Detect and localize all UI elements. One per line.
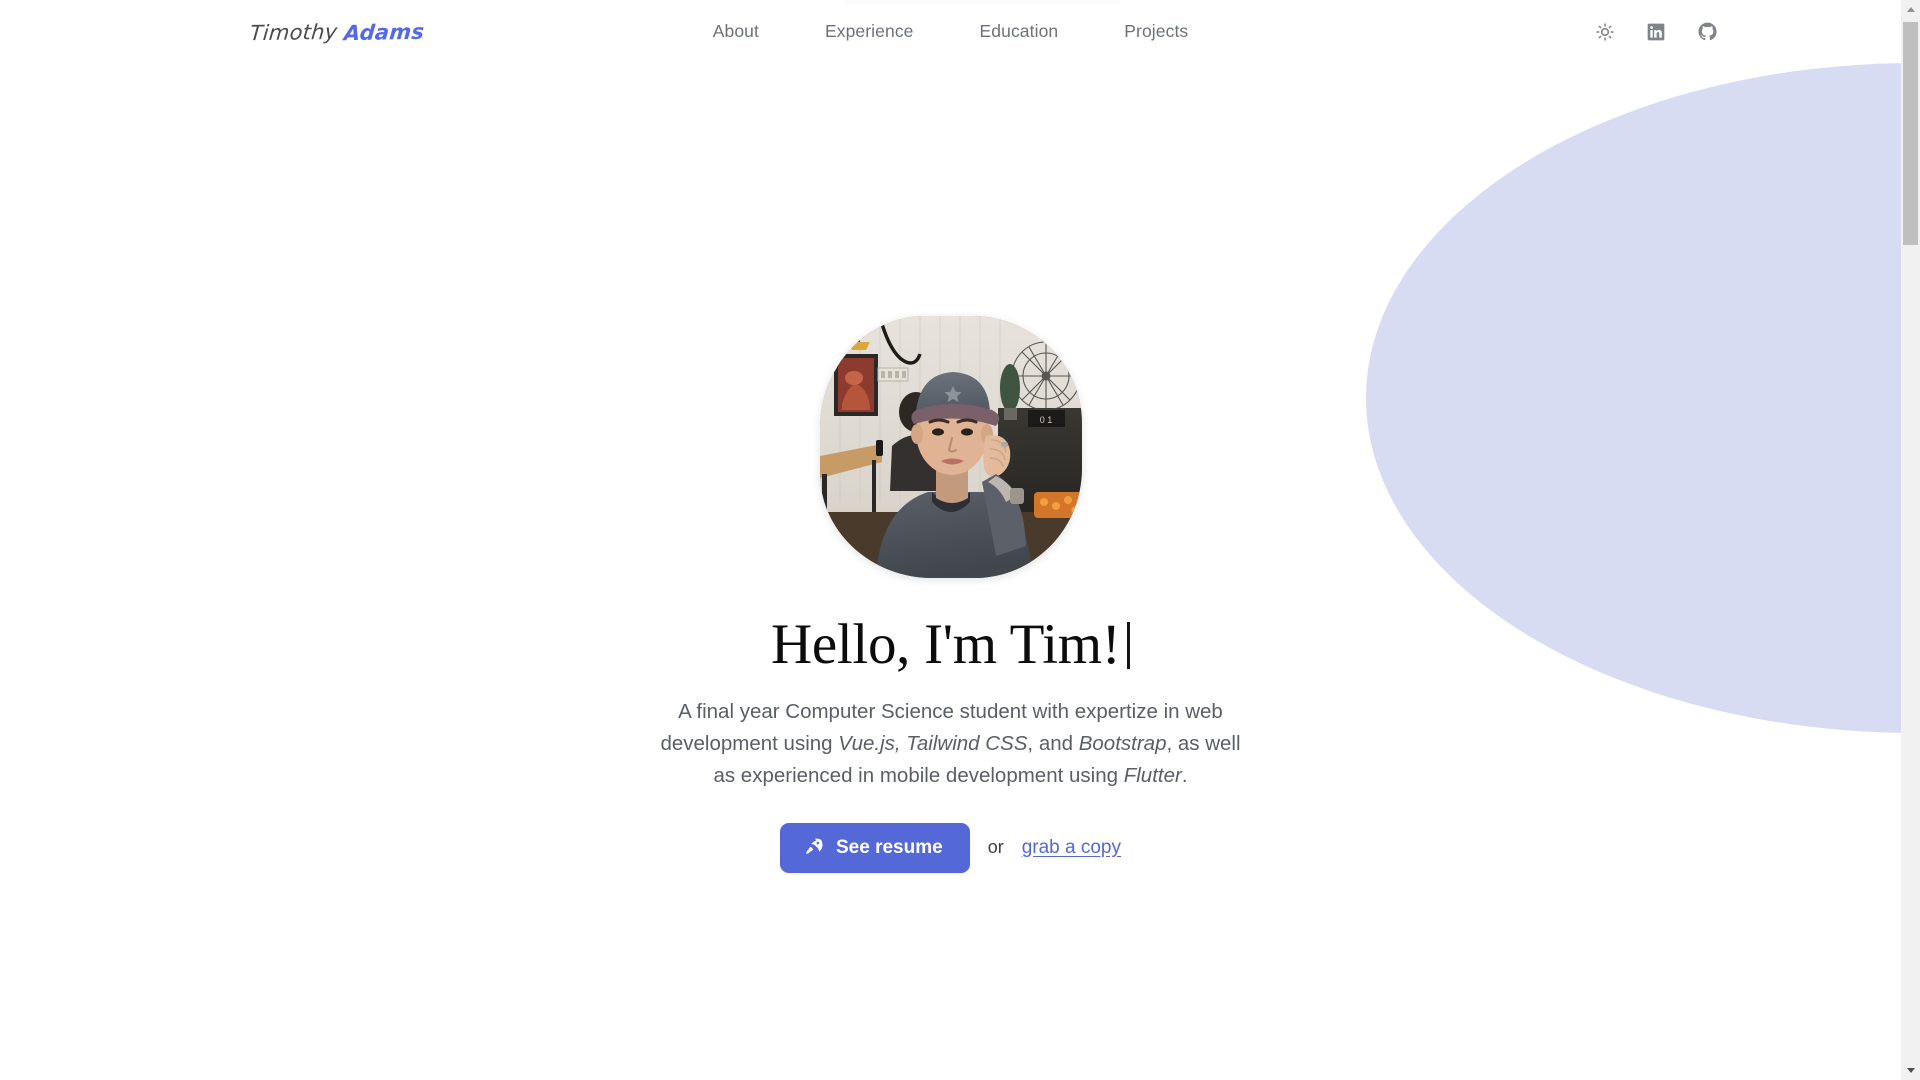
desc-tech-1: Vue.js, Tailwind CSS [838, 731, 1028, 755]
desc-part-2: , and [1027, 731, 1079, 755]
typing-caret [1127, 622, 1130, 669]
page-title: Hello, I'm Tim! [771, 615, 1130, 675]
desc-tech-2: Bootstrap [1078, 731, 1167, 755]
chevron-up-icon [1906, 7, 1915, 12]
desc-tech-3: Flutter [1123, 763, 1182, 787]
nav-icon-group [1594, 21, 1718, 43]
vertical-scrollbar[interactable] [1901, 0, 1920, 1080]
scrollbar-thumb[interactable] [1903, 22, 1918, 245]
see-resume-button[interactable]: See resume [780, 822, 970, 873]
sun-icon[interactable] [1594, 21, 1616, 43]
avatar-photo: 0 1 [819, 316, 1082, 578]
navbar: Timothy Adams About Experience Education … [0, 0, 1901, 63]
hero-section: 0 1 Hello, I'm Tim! A final year Compute… [0, 63, 1901, 873]
github-icon[interactable] [1696, 21, 1718, 43]
cta-separator: or [987, 837, 1004, 858]
chevron-down-icon [1906, 1068, 1915, 1073]
nav-link-experience[interactable]: Experience [825, 21, 914, 42]
nav-link-about[interactable]: About [713, 21, 759, 42]
desc-part-4: . [1181, 763, 1188, 787]
grab-a-copy-link[interactable]: grab a copy [1022, 837, 1121, 859]
avatar: 0 1 [819, 316, 1082, 578]
logo-first-name: Timothy [248, 19, 339, 45]
nav-link-education[interactable]: Education [980, 21, 1059, 42]
hero-cta-group: See resume or grab a copy [780, 822, 1121, 873]
logo-last-name: Adams [343, 19, 426, 45]
rocket-icon [804, 837, 823, 859]
scrollbar-down-button[interactable] [1901, 1061, 1920, 1080]
scrollbar-up-button[interactable] [1901, 0, 1920, 19]
hero-description: A final year Computer Science student wi… [651, 696, 1251, 792]
site-logo[interactable]: Timothy Adams [248, 18, 426, 45]
nav-link-projects[interactable]: Projects [1124, 21, 1188, 42]
avatar-wrapper: 0 1 [819, 316, 1082, 578]
browser-chrome-sliver [845, 0, 1120, 4]
see-resume-label: See resume [836, 836, 943, 858]
hero-title-text: Hello, I'm Tim! [771, 613, 1121, 676]
page-viewport: Timothy Adams About Experience Education … [0, 0, 1901, 1080]
svg-text:0 1: 0 1 [1039, 415, 1052, 425]
linkedin-icon[interactable] [1645, 21, 1667, 43]
